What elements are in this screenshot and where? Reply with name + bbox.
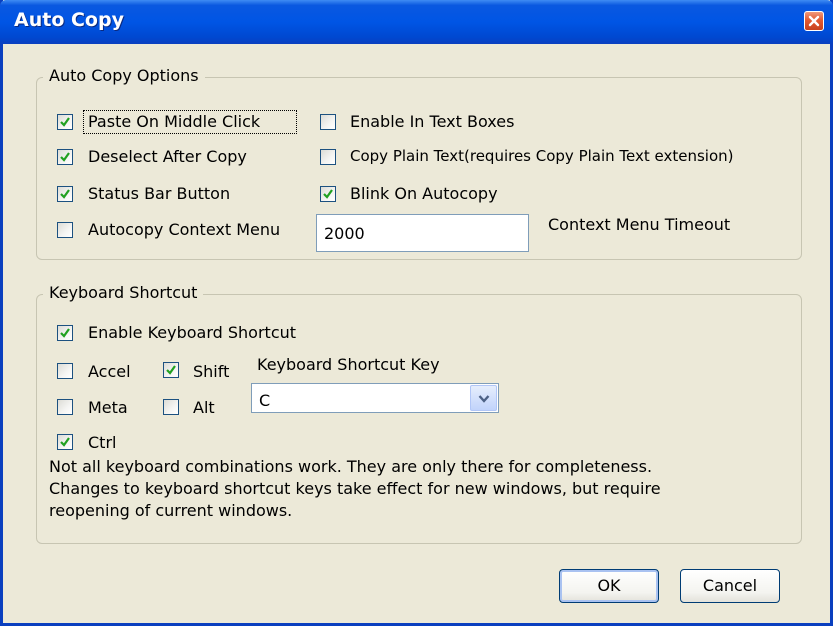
alt-label[interactable]: Alt — [193, 398, 215, 417]
keyboard-shortcut-key-label: Keyboard Shortcut Key — [257, 355, 440, 374]
enable-text-boxes-checkbox[interactable] — [320, 114, 336, 130]
status-bar-button-checkbox[interactable] — [57, 186, 73, 202]
meta-checkbox[interactable] — [57, 399, 73, 415]
paste-middle-click-label[interactable]: Paste On Middle Click — [88, 112, 260, 131]
ctrl-label[interactable]: Ctrl — [88, 433, 116, 452]
shift-label[interactable]: Shift — [193, 362, 229, 381]
title-bar[interactable]: Auto Copy — [0, 0, 833, 44]
checkmark-icon — [60, 328, 70, 338]
chevron-down-icon — [478, 395, 490, 403]
alt-checkbox[interactable] — [163, 399, 179, 415]
copy-plain-text-checkbox[interactable] — [320, 149, 336, 165]
enable-keyboard-shortcut-label[interactable]: Enable Keyboard Shortcut — [88, 323, 296, 342]
accel-label[interactable]: Accel — [88, 362, 131, 381]
shortcut-info-text: Not all keyboard combinations work. They… — [49, 456, 789, 522]
checkmark-icon — [60, 189, 70, 199]
paste-middle-click-checkbox[interactable] — [57, 114, 73, 130]
ok-button[interactable]: OK — [559, 569, 659, 603]
blink-on-autocopy-label[interactable]: Blink On Autocopy — [350, 184, 498, 203]
blink-on-autocopy-checkbox[interactable] — [320, 186, 336, 202]
meta-label[interactable]: Meta — [88, 398, 128, 417]
keyboard-shortcut-key-value: C — [259, 391, 271, 410]
context-menu-checkbox[interactable] — [57, 222, 73, 238]
checkmark-icon — [166, 365, 176, 375]
auto-copy-dialog: Auto Copy Auto Copy Options Paste On Mid… — [0, 0, 833, 626]
checkmark-icon — [60, 437, 70, 447]
dropdown-button[interactable] — [470, 385, 497, 411]
status-bar-button-label[interactable]: Status Bar Button — [88, 184, 230, 203]
keyboard-shortcut-legend: Keyboard Shortcut — [43, 283, 204, 302]
close-icon — [808, 15, 820, 27]
context-menu-timeout-input[interactable]: 2000 — [316, 214, 529, 252]
keyboard-shortcut-key-select[interactable]: C — [251, 383, 499, 413]
context-menu-label[interactable]: Autocopy Context Menu — [88, 220, 280, 239]
cancel-button[interactable]: Cancel — [680, 569, 780, 603]
close-button[interactable] — [804, 11, 824, 31]
enable-keyboard-shortcut-checkbox[interactable] — [57, 325, 73, 341]
auto-copy-options-legend: Auto Copy Options — [43, 66, 205, 85]
checkmark-icon — [60, 152, 70, 162]
deselect-after-copy-checkbox[interactable] — [57, 149, 73, 165]
info-line: reopening of current windows. — [49, 501, 293, 520]
copy-plain-text-label[interactable]: Copy Plain Text(requires Copy Plain Text… — [350, 147, 734, 165]
enable-text-boxes-label[interactable]: Enable In Text Boxes — [350, 112, 514, 131]
checkmark-icon — [60, 117, 70, 127]
info-line: Not all keyboard combinations work. They… — [49, 457, 653, 476]
window-title: Auto Copy — [14, 9, 124, 31]
shift-checkbox[interactable] — [163, 362, 179, 378]
ctrl-checkbox[interactable] — [57, 434, 73, 450]
accel-checkbox[interactable] — [57, 363, 73, 379]
deselect-after-copy-label[interactable]: Deselect After Copy — [88, 147, 247, 166]
checkmark-icon — [323, 189, 333, 199]
info-line: Changes to keyboard shortcut keys take e… — [49, 479, 661, 498]
context-menu-timeout-label: Context Menu Timeout — [548, 215, 731, 234]
